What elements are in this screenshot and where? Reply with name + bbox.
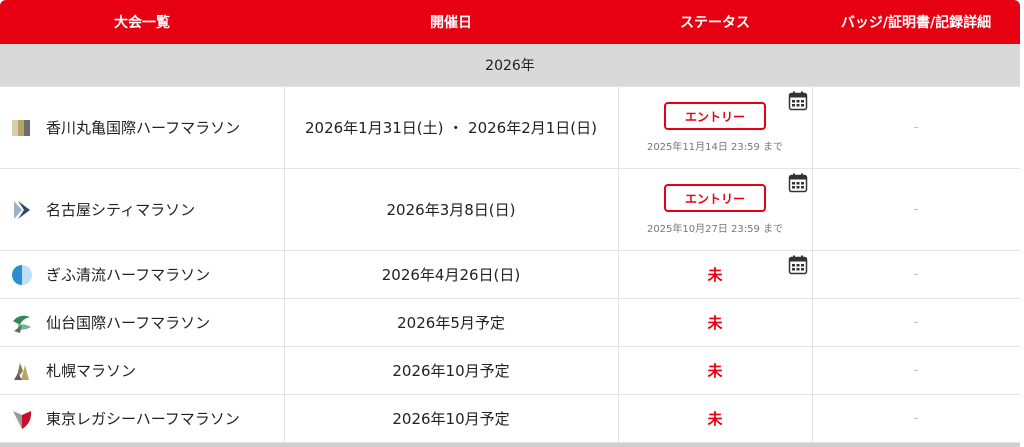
gifu-logo-icon — [12, 264, 32, 285]
competition-name: 仙台国際ハーフマラソン — [46, 314, 211, 332]
status-text: 未 — [707, 362, 723, 380]
status-cell: エントリー 2025年11月14日 23:59 まで — [618, 86, 813, 169]
header-badges: バッジ/証明書/記録詳細 — [812, 0, 1020, 44]
sendai-logo-icon — [13, 315, 31, 333]
table-row: 仙台国際ハーフマラソン 2026年5月予定 未 - — [0, 298, 1020, 347]
event-date: 2026年4月26日(日) — [284, 250, 619, 299]
competition-name: 名古屋シティマラソン — [46, 201, 196, 219]
header-status: ステータス — [618, 0, 812, 44]
competition-table: 大会一覧 開催日 ステータス バッジ/証明書/記録詳細 2026年 香川丸亀国際… — [0, 0, 1020, 443]
table-row: ぎふ清流ハーフマラソン 2026年4月26日(日) 未 - — [0, 250, 1020, 299]
table-row: 名古屋シティマラソン 2026年3月8日(日) エントリー 2025年10月27… — [0, 168, 1020, 251]
competition-name-cell[interactable]: ぎふ清流ハーフマラソン — [0, 263, 284, 287]
calendar-icon[interactable] — [788, 255, 808, 275]
status-cell: 未 — [618, 298, 813, 347]
competition-name: ぎふ清流ハーフマラソン — [46, 266, 211, 284]
status-cell: 未 — [618, 394, 813, 443]
calendar-icon[interactable] — [788, 91, 808, 111]
competition-name-cell[interactable]: 札幌マラソン — [0, 359, 284, 383]
status-text: 未 — [707, 314, 723, 332]
entry-deadline: 2025年11月14日 23:59 まで — [646, 142, 784, 153]
badge-cell: - — [812, 86, 1020, 169]
competition-name: 香川丸亀国際ハーフマラソン — [46, 119, 241, 137]
badge-cell: - — [812, 168, 1020, 251]
year-label: 2026年 — [0, 44, 1020, 87]
event-date: 2026年10月予定 — [284, 394, 619, 443]
entry-deadline: 2025年10月27日 23:59 まで — [646, 224, 784, 235]
status-cell: 未 — [618, 250, 813, 299]
badge-cell: - — [812, 250, 1020, 299]
status-cell: 未 — [618, 346, 813, 395]
competition-name-cell[interactable]: 香川丸亀国際ハーフマラソン — [0, 116, 284, 140]
status-cell: エントリー 2025年10月27日 23:59 まで — [618, 168, 813, 251]
tokyo-legacy-logo-icon — [13, 410, 32, 429]
calendar-icon[interactable] — [788, 173, 808, 193]
nagoya-logo-icon — [14, 200, 30, 219]
competition-name: 札幌マラソン — [46, 362, 137, 380]
event-date: 2026年3月8日(日) — [284, 168, 619, 251]
competition-name-cell[interactable]: 東京レガシーハーフマラソン — [0, 407, 284, 431]
competition-name-cell[interactable]: 名古屋シティマラソン — [0, 198, 284, 222]
badge-cell: - — [812, 346, 1020, 395]
header-competitions: 大会一覧 — [0, 0, 284, 44]
table-bottom-border — [0, 443, 1020, 447]
competition-name-cell[interactable]: 仙台国際ハーフマラソン — [0, 311, 284, 335]
event-date: 2026年10月予定 — [284, 346, 619, 395]
table-row: 東京レガシーハーフマラソン 2026年10月予定 未 - — [0, 394, 1020, 443]
marugame-logo-icon — [12, 119, 30, 136]
entry-button[interactable]: エントリー — [664, 102, 766, 130]
table-row: 香川丸亀国際ハーフマラソン 2026年1月31日(土) ・ 2026年2月1日(… — [0, 86, 1020, 169]
status-text: 未 — [707, 410, 723, 428]
entry-button[interactable]: エントリー — [664, 184, 766, 212]
table-header: 大会一覧 開催日 ステータス バッジ/証明書/記録詳細 — [0, 0, 1020, 44]
event-date: 2026年1月31日(土) ・ 2026年2月1日(日) — [284, 86, 619, 169]
event-date: 2026年5月予定 — [284, 298, 619, 347]
header-date: 開催日 — [284, 0, 618, 44]
badge-cell: - — [812, 394, 1020, 443]
badge-cell: - — [812, 298, 1020, 347]
competition-name: 東京レガシーハーフマラソン — [46, 410, 240, 428]
sapporo-logo-icon — [14, 362, 29, 380]
table-row: 札幌マラソン 2026年10月予定 未 - — [0, 346, 1020, 395]
status-text: 未 — [707, 266, 723, 284]
year-row: 2026年 — [0, 44, 1020, 87]
